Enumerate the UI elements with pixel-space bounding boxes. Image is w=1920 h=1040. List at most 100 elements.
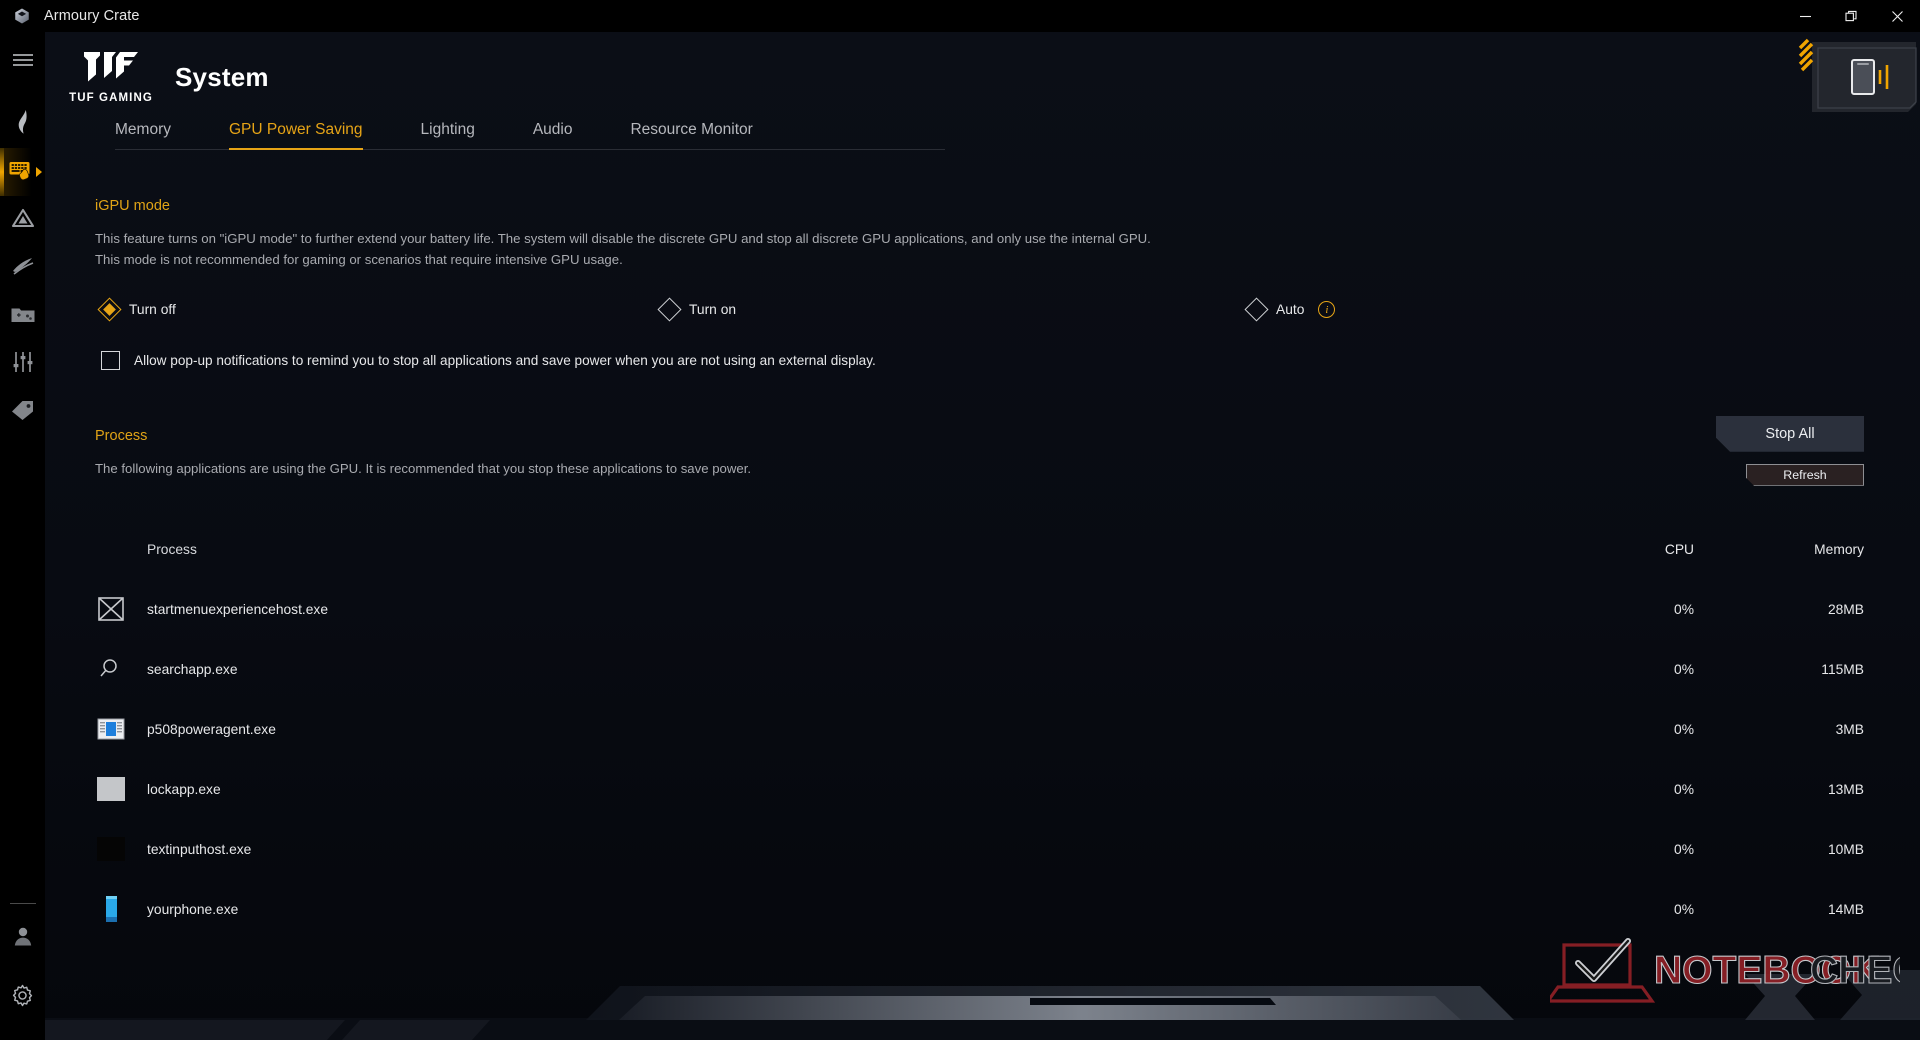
armoury-crate-window: Armoury Crate TUF GAMING System Memory G… <box>0 0 1920 1040</box>
tab-audio[interactable]: Audio <box>533 121 573 149</box>
popup-notifications-label: Allow pop-up notifications to remind you… <box>134 352 876 368</box>
table-row[interactable]: textinputhost.exe 0% 10MB <box>95 819 1864 879</box>
radio-auto[interactable]: Auto i <box>1244 297 1336 322</box>
gear-icon <box>11 984 34 1012</box>
black-square-icon <box>95 833 147 865</box>
radio-turn-on-label: Turn on <box>689 302 737 318</box>
igpu-mode-radio-group: Turn off Turn on Auto i <box>95 297 1920 323</box>
process-cpu: 0% <box>1674 841 1694 857</box>
sidebar-item-sliders[interactable] <box>0 340 45 388</box>
process-name: p508poweragent.exe <box>147 721 276 737</box>
hamburger-menu-icon <box>12 52 34 73</box>
process-memory: 14MB <box>1827 901 1864 917</box>
page-title: System <box>175 61 269 92</box>
main-content: TUF GAMING System Memory GPU Power Savin… <box>45 32 1920 1040</box>
crossed-box-icon <box>95 593 147 625</box>
process-cpu: 0% <box>1674 661 1694 677</box>
window-panel-icon <box>95 713 147 745</box>
sidebar <box>0 32 45 1040</box>
radio-turn-on[interactable]: Turn on <box>657 297 1248 322</box>
process-name: textinputhost.exe <box>147 841 252 857</box>
aura-flame-icon <box>13 109 33 140</box>
process-memory: 3MB <box>1835 721 1864 737</box>
process-name: lockapp.exe <box>147 781 221 797</box>
sidebar-item-user-account[interactable] <box>0 914 45 962</box>
tuf-gaming-wordmark: TUF GAMING <box>69 92 153 104</box>
fan-blade-icon <box>10 255 36 282</box>
tab-memory[interactable]: Memory <box>115 121 171 149</box>
process-cpu: 0% <box>1674 901 1694 917</box>
process-table-header: Process CPU Memory <box>95 519 1864 579</box>
armoury-crate-logo-icon <box>0 7 44 25</box>
tag-icon <box>10 399 36 426</box>
tab-lighting[interactable]: Lighting <box>421 121 475 149</box>
tuf-gaming-logo: TUF GAMING <box>69 50 153 104</box>
refresh-button[interactable]: Refresh <box>1746 464 1864 486</box>
table-row[interactable]: p508poweragent.exe 0% 3MB <box>95 699 1864 759</box>
process-cpu: 0% <box>1674 601 1694 617</box>
sidebar-item-aura[interactable] <box>0 100 45 148</box>
process-section: Process The following applications are u… <box>95 428 1920 479</box>
column-header-cpu: CPU <box>1664 541 1694 557</box>
column-header-memory: Memory <box>1814 541 1864 557</box>
game-library-icon <box>10 303 36 330</box>
chevron-right-icon <box>36 167 42 177</box>
igpu-mode-section: iGPU mode This feature turns on "iGPU mo… <box>95 198 1920 370</box>
process-name: yourphone.exe <box>147 901 239 917</box>
process-memory: 28MB <box>1827 601 1864 617</box>
radio-turn-off[interactable]: Turn off <box>97 297 661 322</box>
popup-notifications-checkbox-row[interactable]: Allow pop-up notifications to remind you… <box>95 350 1920 370</box>
minimize-button[interactable] <box>1782 0 1828 32</box>
sidebar-item-system[interactable] <box>0 148 45 196</box>
tab-bar: Memory GPU Power Saving Lighting Audio R… <box>115 108 945 150</box>
page-header: TUF GAMING System <box>45 32 1920 108</box>
stop-all-button[interactable]: Stop All <box>1716 416 1864 452</box>
info-icon[interactable]: i <box>1318 301 1336 319</box>
process-title: Process <box>95 427 148 444</box>
title-bar: Armoury Crate <box>0 0 1920 32</box>
sidebar-item-menu[interactable] <box>0 38 45 86</box>
restore-button[interactable] <box>1828 0 1874 32</box>
sidebar-divider <box>9 903 36 904</box>
table-row[interactable]: yourphone.exe 0% 14MB <box>95 879 1864 939</box>
process-name: startmenuexperiencehost.exe <box>147 601 328 617</box>
window-title: Armoury Crate <box>44 8 140 24</box>
table-row[interactable]: lockapp.exe 0% 13MB <box>95 759 1864 819</box>
sidebar-item-game-library[interactable] <box>0 292 45 340</box>
process-table: Process CPU Memory startmenuexperienceho… <box>95 519 1920 939</box>
radio-turn-off-label: Turn off <box>129 302 176 318</box>
sidebar-item-featured[interactable] <box>0 388 45 436</box>
radio-auto-label: Auto <box>1276 302 1305 318</box>
igpu-mode-title: iGPU mode <box>95 198 170 214</box>
sidebar-item-fan-profiles[interactable] <box>0 244 45 292</box>
table-row[interactable]: searchapp.exe 0% 115MB <box>95 639 1864 699</box>
radio-diamond-icon <box>1244 297 1269 322</box>
close-button[interactable] <box>1874 0 1920 32</box>
process-name: searchapp.exe <box>147 661 238 677</box>
notebookcheck-watermark: NOTEBOOK CHECK <box>1544 935 1920 1012</box>
radio-diamond-selected-icon <box>97 297 122 322</box>
device-widget[interactable] <box>1798 36 1920 116</box>
radio-diamond-icon <box>657 297 682 322</box>
tab-resource-monitor[interactable]: Resource Monitor <box>630 121 752 149</box>
process-memory: 13MB <box>1827 781 1864 797</box>
magnifier-icon <box>95 653 147 685</box>
table-row[interactable]: startmenuexperiencehost.exe 0% 28MB <box>95 579 1864 639</box>
process-memory: 10MB <box>1827 841 1864 857</box>
triangle-outline-icon <box>11 207 35 234</box>
settings-content: iGPU mode This feature turns on "iGPU mo… <box>45 150 1920 939</box>
sidebar-item-settings[interactable] <box>0 974 45 1022</box>
process-cpu: 0% <box>1674 781 1694 797</box>
phone-icon <box>95 893 147 925</box>
popup-notifications-checkbox[interactable] <box>101 350 120 370</box>
gray-square-icon <box>95 773 147 805</box>
tab-gpu-power-saving[interactable]: GPU Power Saving <box>228 121 363 150</box>
notebookcheck-laptop-icon <box>1544 938 1656 1003</box>
process-memory: 115MB <box>1821 661 1864 677</box>
sliders-icon <box>12 351 34 378</box>
igpu-mode-description-line1: This feature turns on "iGPU mode" to fur… <box>95 231 1151 246</box>
sidebar-item-scenario-profiles[interactable] <box>0 196 45 244</box>
user-account-icon <box>12 925 34 952</box>
igpu-mode-description-line2: This mode is not recommended for gaming … <box>95 252 623 268</box>
keyboard-hand-icon <box>8 158 38 187</box>
